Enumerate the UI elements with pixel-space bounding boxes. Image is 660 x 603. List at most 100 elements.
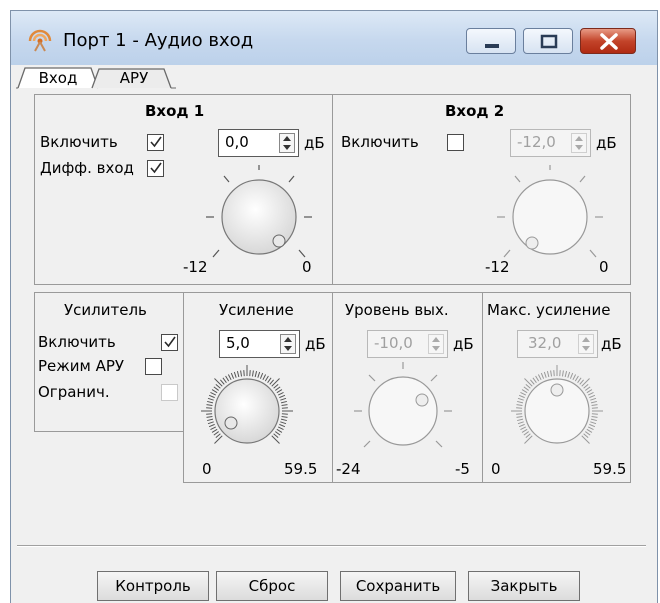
control-button[interactable]: Контроль [97,571,209,601]
knob-tick [267,377,272,383]
window-title: Порт 1 - Аудио вход [63,30,254,51]
input1-max-label: 0 [302,258,312,276]
reset-button[interactable]: Сброс [216,571,328,601]
knob-tick [546,371,550,378]
spin-arrows-icon[interactable] [428,334,444,354]
knob-tick [264,375,269,382]
close-button[interactable] [580,28,636,54]
amplifier-agc-label: Режим АРУ [38,357,125,375]
knob-tick [577,377,582,383]
amplifier-agc-checkbox[interactable] [145,358,162,375]
spin-arrows-icon[interactable] [571,133,587,153]
spin-arrows-icon[interactable] [279,133,295,153]
knob-tick [213,431,219,436]
knob-tick [207,421,214,425]
input2-enable-checkbox[interactable] [447,134,464,151]
title-bar[interactable]: Порт 1 - Аудио вход [11,11,657,65]
gain-spinbox[interactable]: 5,0 [219,330,300,358]
amplifier-enable-label: Включить [38,333,116,351]
input2-level-knob[interactable] [490,165,610,270]
knob-tick [516,404,523,407]
knob-tick [230,372,235,379]
knob-tick [579,379,585,385]
input1-level-spinbox[interactable]: 0,0 [218,129,299,157]
knob-tick [271,435,280,444]
knob-tick [583,433,589,439]
input1-level-knob[interactable] [199,165,319,270]
knob-tick [581,435,590,444]
max-gain-spinbox[interactable]: 32,0 [517,330,598,358]
knob-tick [215,383,221,389]
knob-tick [581,378,590,387]
input1-enable-checkbox[interactable] [147,134,164,151]
knob-tick [240,370,243,377]
close-dialog-button[interactable]: Закрыть [468,571,580,601]
knob-tick [529,379,535,385]
output-level-spinbox[interactable]: -10,0 [367,330,448,358]
max-gain-knob[interactable] [507,361,607,461]
dialog-client: Вход АРУ Вход 1 Включить Дифф. вход 0,0 … [16,65,648,601]
knob-tick [574,375,579,382]
knob-tick [517,421,524,425]
knob-tick [227,374,232,381]
amplifier-enable-checkbox[interactable] [161,334,178,351]
knob-tick [525,383,531,389]
knob-tick [222,377,227,383]
spin-arrows-icon[interactable] [578,334,594,354]
knob-tick [540,372,545,379]
output-level-max-label: -5 [455,460,470,478]
knob-tick [561,370,564,377]
input1-diff-checkbox[interactable] [147,160,164,177]
max-gain-unit: дБ [601,335,622,353]
knob-tick [525,433,531,439]
minimize-button[interactable] [466,28,516,54]
knob-tick [523,386,529,391]
tab-apu[interactable]: АРУ [96,67,172,89]
save-button[interactable]: Сохранить [340,571,456,601]
knob-tick [236,371,240,378]
knob-tick [586,389,593,394]
knob-tick [259,372,264,379]
knob-tick [586,428,593,433]
max-gain-max-label: 59.5 [593,460,627,478]
spin-arrows-icon[interactable] [280,334,296,354]
knob-tick [564,371,568,378]
knob-tick [276,389,283,394]
output-level-unit: дБ [453,335,474,353]
knob-tick [251,370,254,377]
tab-vhod[interactable]: Вход [20,67,96,89]
input1-enable-label: Включить [40,133,118,151]
knob-tick [589,394,596,399]
knob-tick [254,371,258,378]
input2-unit: дБ [596,134,617,152]
knob-tick [257,371,261,378]
knob-tick [591,415,598,418]
knob-tick [587,426,594,431]
input2-min-label: -12 [485,258,510,276]
knob-tick [206,404,213,407]
input1-level-value: 0,0 [225,133,249,151]
input1-min-label: -12 [183,258,208,276]
knob-tick [521,389,528,394]
output-level-knob[interactable] [348,361,458,461]
knob-tick [280,421,287,425]
knob-tick [206,415,213,418]
knob-tick [517,418,524,422]
max-gain-title: Макс. усиление [487,301,611,319]
knob-tick [524,435,533,444]
knob-tick [225,375,230,382]
input2-level-value: -12,0 [517,133,556,151]
maximize-button[interactable] [523,28,573,54]
amplifier-limit-checkbox[interactable] [161,384,178,401]
knob-tick [550,370,553,377]
input2-level-spinbox[interactable]: -12,0 [510,129,591,157]
knob-tick [262,374,267,381]
knob-tick [281,404,288,407]
gain-knob[interactable] [197,361,297,461]
knob-tick [276,428,283,433]
knob-tick [207,400,214,404]
knob-tick [520,426,527,431]
knob-tick [569,372,574,379]
antenna-icon [27,28,53,56]
max-gain-min-label: 0 [491,460,501,478]
